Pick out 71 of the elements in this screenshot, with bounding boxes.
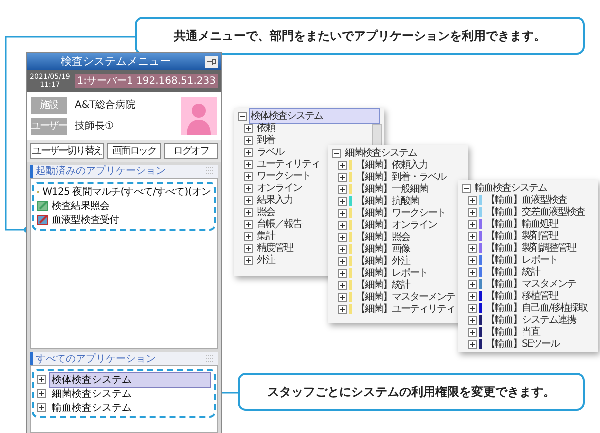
section-title: すべてのアプリケーション — [36, 352, 156, 366]
expand-icon[interactable] — [338, 172, 347, 182]
grip-icon[interactable] — [205, 354, 215, 363]
app-item[interactable]: 検査結果照会 — [52, 199, 110, 214]
expand-icon[interactable] — [468, 280, 477, 288]
expand-icon[interactable] — [468, 196, 477, 204]
expand-icon[interactable] — [338, 232, 347, 242]
window-title: 検査システムメニュー — [60, 54, 172, 70]
expand-icon[interactable] — [338, 304, 347, 314]
avatar-icon — [181, 96, 217, 135]
expand-icon[interactable] — [468, 316, 477, 324]
toolbar-button[interactable]: ログオフ — [164, 142, 218, 159]
expand-icon[interactable] — [244, 244, 253, 252]
expand-icon[interactable] — [338, 256, 347, 266]
tree-item[interactable]: 細菌検査システム — [49, 386, 135, 402]
collapse-icon[interactable] — [332, 148, 341, 158]
app-icon — [37, 214, 49, 226]
toolbar-button[interactable]: ユーザー切り替え — [30, 142, 104, 159]
scrollbar[interactable] — [372, 124, 382, 146]
expand-icon[interactable] — [468, 208, 477, 216]
app-item[interactable]: W125 夜間マルチ(すべて/すべて)(オン — [42, 185, 211, 200]
expand-icon[interactable] — [37, 389, 46, 398]
field-value: A&T総合病院 — [75, 98, 136, 112]
expand-icon[interactable] — [468, 244, 477, 252]
expand-icon[interactable] — [338, 268, 347, 278]
grip-icon[interactable] — [205, 167, 215, 176]
expand-icon[interactable] — [244, 160, 253, 168]
collapse-icon[interactable] — [238, 112, 247, 120]
expand-icon[interactable] — [338, 160, 347, 170]
expand-icon[interactable] — [338, 184, 347, 194]
field-label: 施設 — [31, 96, 67, 114]
expand-icon[interactable] — [244, 232, 253, 240]
expand-icon[interactable] — [338, 292, 347, 302]
toolbar-button[interactable]: 画面ロック — [107, 142, 162, 159]
server-text: 1:サーバー1 192.168.51.233 — [75, 74, 218, 88]
tree-item[interactable]: 検体検査システム — [249, 108, 380, 124]
expand-icon[interactable] — [468, 340, 477, 348]
callout-text: スタッフごとにシステムの利用権限を変更できます。 — [238, 373, 585, 411]
pin-icon[interactable] — [205, 56, 218, 68]
tree-item[interactable]: 輸血検査システム — [49, 400, 135, 416]
expand-icon[interactable] — [338, 280, 347, 290]
expand-icon[interactable] — [244, 208, 253, 216]
expand-icon[interactable] — [244, 184, 253, 192]
expand-icon[interactable] — [37, 375, 46, 384]
expand-icon[interactable] — [37, 403, 46, 412]
field-label: ユーザー — [31, 118, 67, 135]
expand-icon[interactable] — [468, 304, 477, 312]
expand-icon[interactable] — [244, 136, 253, 144]
app-icon — [37, 200, 49, 212]
expand-icon[interactable] — [468, 292, 477, 300]
expand-icon[interactable] — [338, 244, 347, 254]
collapse-icon[interactable] — [462, 184, 471, 192]
tree-item[interactable]: 検体検査システム — [49, 372, 211, 388]
expand-icon[interactable] — [468, 220, 477, 228]
expand-icon[interactable] — [468, 328, 477, 336]
expand-icon[interactable] — [338, 196, 347, 206]
expand-icon[interactable] — [244, 256, 253, 264]
app-item[interactable]: 血液型検査受付 — [52, 213, 120, 228]
expand-icon[interactable] — [468, 256, 477, 264]
expand-icon[interactable] — [468, 268, 477, 276]
expand-icon[interactable] — [244, 220, 253, 228]
expand-icon[interactable] — [244, 124, 253, 132]
field-value: 技師長① — [75, 120, 114, 134]
expand-icon[interactable] — [338, 220, 347, 230]
callout-text: 共通メニューで、部門をまたいでアプリケーションを利用できます。 — [135, 17, 585, 55]
expand-icon[interactable] — [338, 208, 347, 218]
section-title: 起動済みのアプリケーション — [36, 164, 166, 178]
expand-icon[interactable] — [244, 148, 253, 156]
expand-icon[interactable] — [244, 196, 253, 204]
expand-icon[interactable] — [244, 172, 253, 180]
expand-icon[interactable] — [468, 232, 477, 240]
